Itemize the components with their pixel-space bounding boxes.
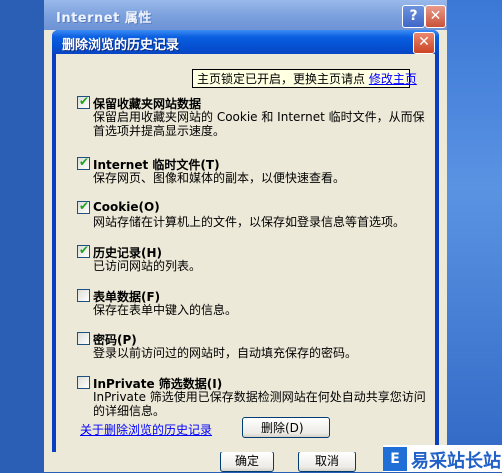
dialog-body: ✔ 保留收藏夹网站数据 保留启用收藏夹网站的 Cookie 和 Internet… <box>56 54 435 452</box>
modify-homepage-link[interactable]: 修改主页 <box>369 72 417 86</box>
homepage-lock-tooltip: 主页锁定已开启，更换主页请点 修改主页 <box>192 69 417 88</box>
help-button[interactable]: ? <box>402 5 425 28</box>
option-description: 保存网页、图像和媒体的副本，以便快速查看。 <box>93 171 346 185</box>
option-description: 登录以前访问过的网站时，自动填充保存的密码。 <box>93 346 358 360</box>
checkbox[interactable]: ✔ <box>77 94 90 109</box>
site-watermark-badge: E 易采站长站 <box>383 445 502 472</box>
checkmark-icon: ✔ <box>79 155 90 169</box>
option-description: 网站存储在计算机上的文件，以保存如登录信息等首选项。 <box>93 215 406 229</box>
checkmark-icon: ✔ <box>79 94 90 108</box>
checkbox[interactable]: ✔ <box>77 199 90 214</box>
option-description: 保存在表单中键入的信息。 <box>93 303 238 317</box>
option-description: InPrivate 筛选使用已保存数据检测网站在何处自动共享您访问 的详细信息。 <box>93 390 426 418</box>
checkmark-icon: ✔ <box>79 199 90 213</box>
about-delete-history-link[interactable]: 关于删除浏览的历史记录 <box>80 421 212 438</box>
dialog-title: 删除浏览的历史记录 <box>62 38 180 53</box>
desktop-background <box>447 0 502 472</box>
delete-button[interactable]: 删除(D) <box>242 417 330 438</box>
checkbox[interactable]: ✔ <box>77 155 90 170</box>
outer-close-button[interactable]: ✕ <box>425 5 446 28</box>
dialog-title-bar: 删除浏览的历史记录 ✕ <box>52 30 439 54</box>
brand-mark-icon: E <box>383 447 407 471</box>
option-description: 已访问网站的列表。 <box>93 259 202 273</box>
checkbox[interactable] <box>77 289 90 302</box>
delete-history-dialog: 删除浏览的历史记录 ✕ ✔ 保留收藏夹网站数据 保留启用收藏夹网站的 Cooki… <box>52 30 439 452</box>
checkbox[interactable]: ✔ <box>77 243 90 258</box>
brand-text: 易采站长站 <box>411 451 501 472</box>
outer-window-title: Internet 属性 <box>56 11 152 26</box>
checkbox[interactable] <box>77 332 90 345</box>
dialog-close-button[interactable]: ✕ <box>413 32 435 54</box>
option-description: 保留启用收藏夹网站的 Cookie 和 Internet 临时文件，从而保 首选… <box>93 110 425 138</box>
cancel-button[interactable]: 取消 <box>298 451 356 472</box>
checkmark-icon: ✔ <box>79 243 90 257</box>
outer-title-bar: Internet 属性 ? ✕ <box>44 0 447 30</box>
ok-button[interactable]: 确定 <box>220 451 274 472</box>
checkbox[interactable] <box>77 376 90 389</box>
tooltip-text: 主页锁定已开启，更换主页请点 <box>197 72 369 86</box>
option-label: Cookie(O) <box>93 200 160 214</box>
